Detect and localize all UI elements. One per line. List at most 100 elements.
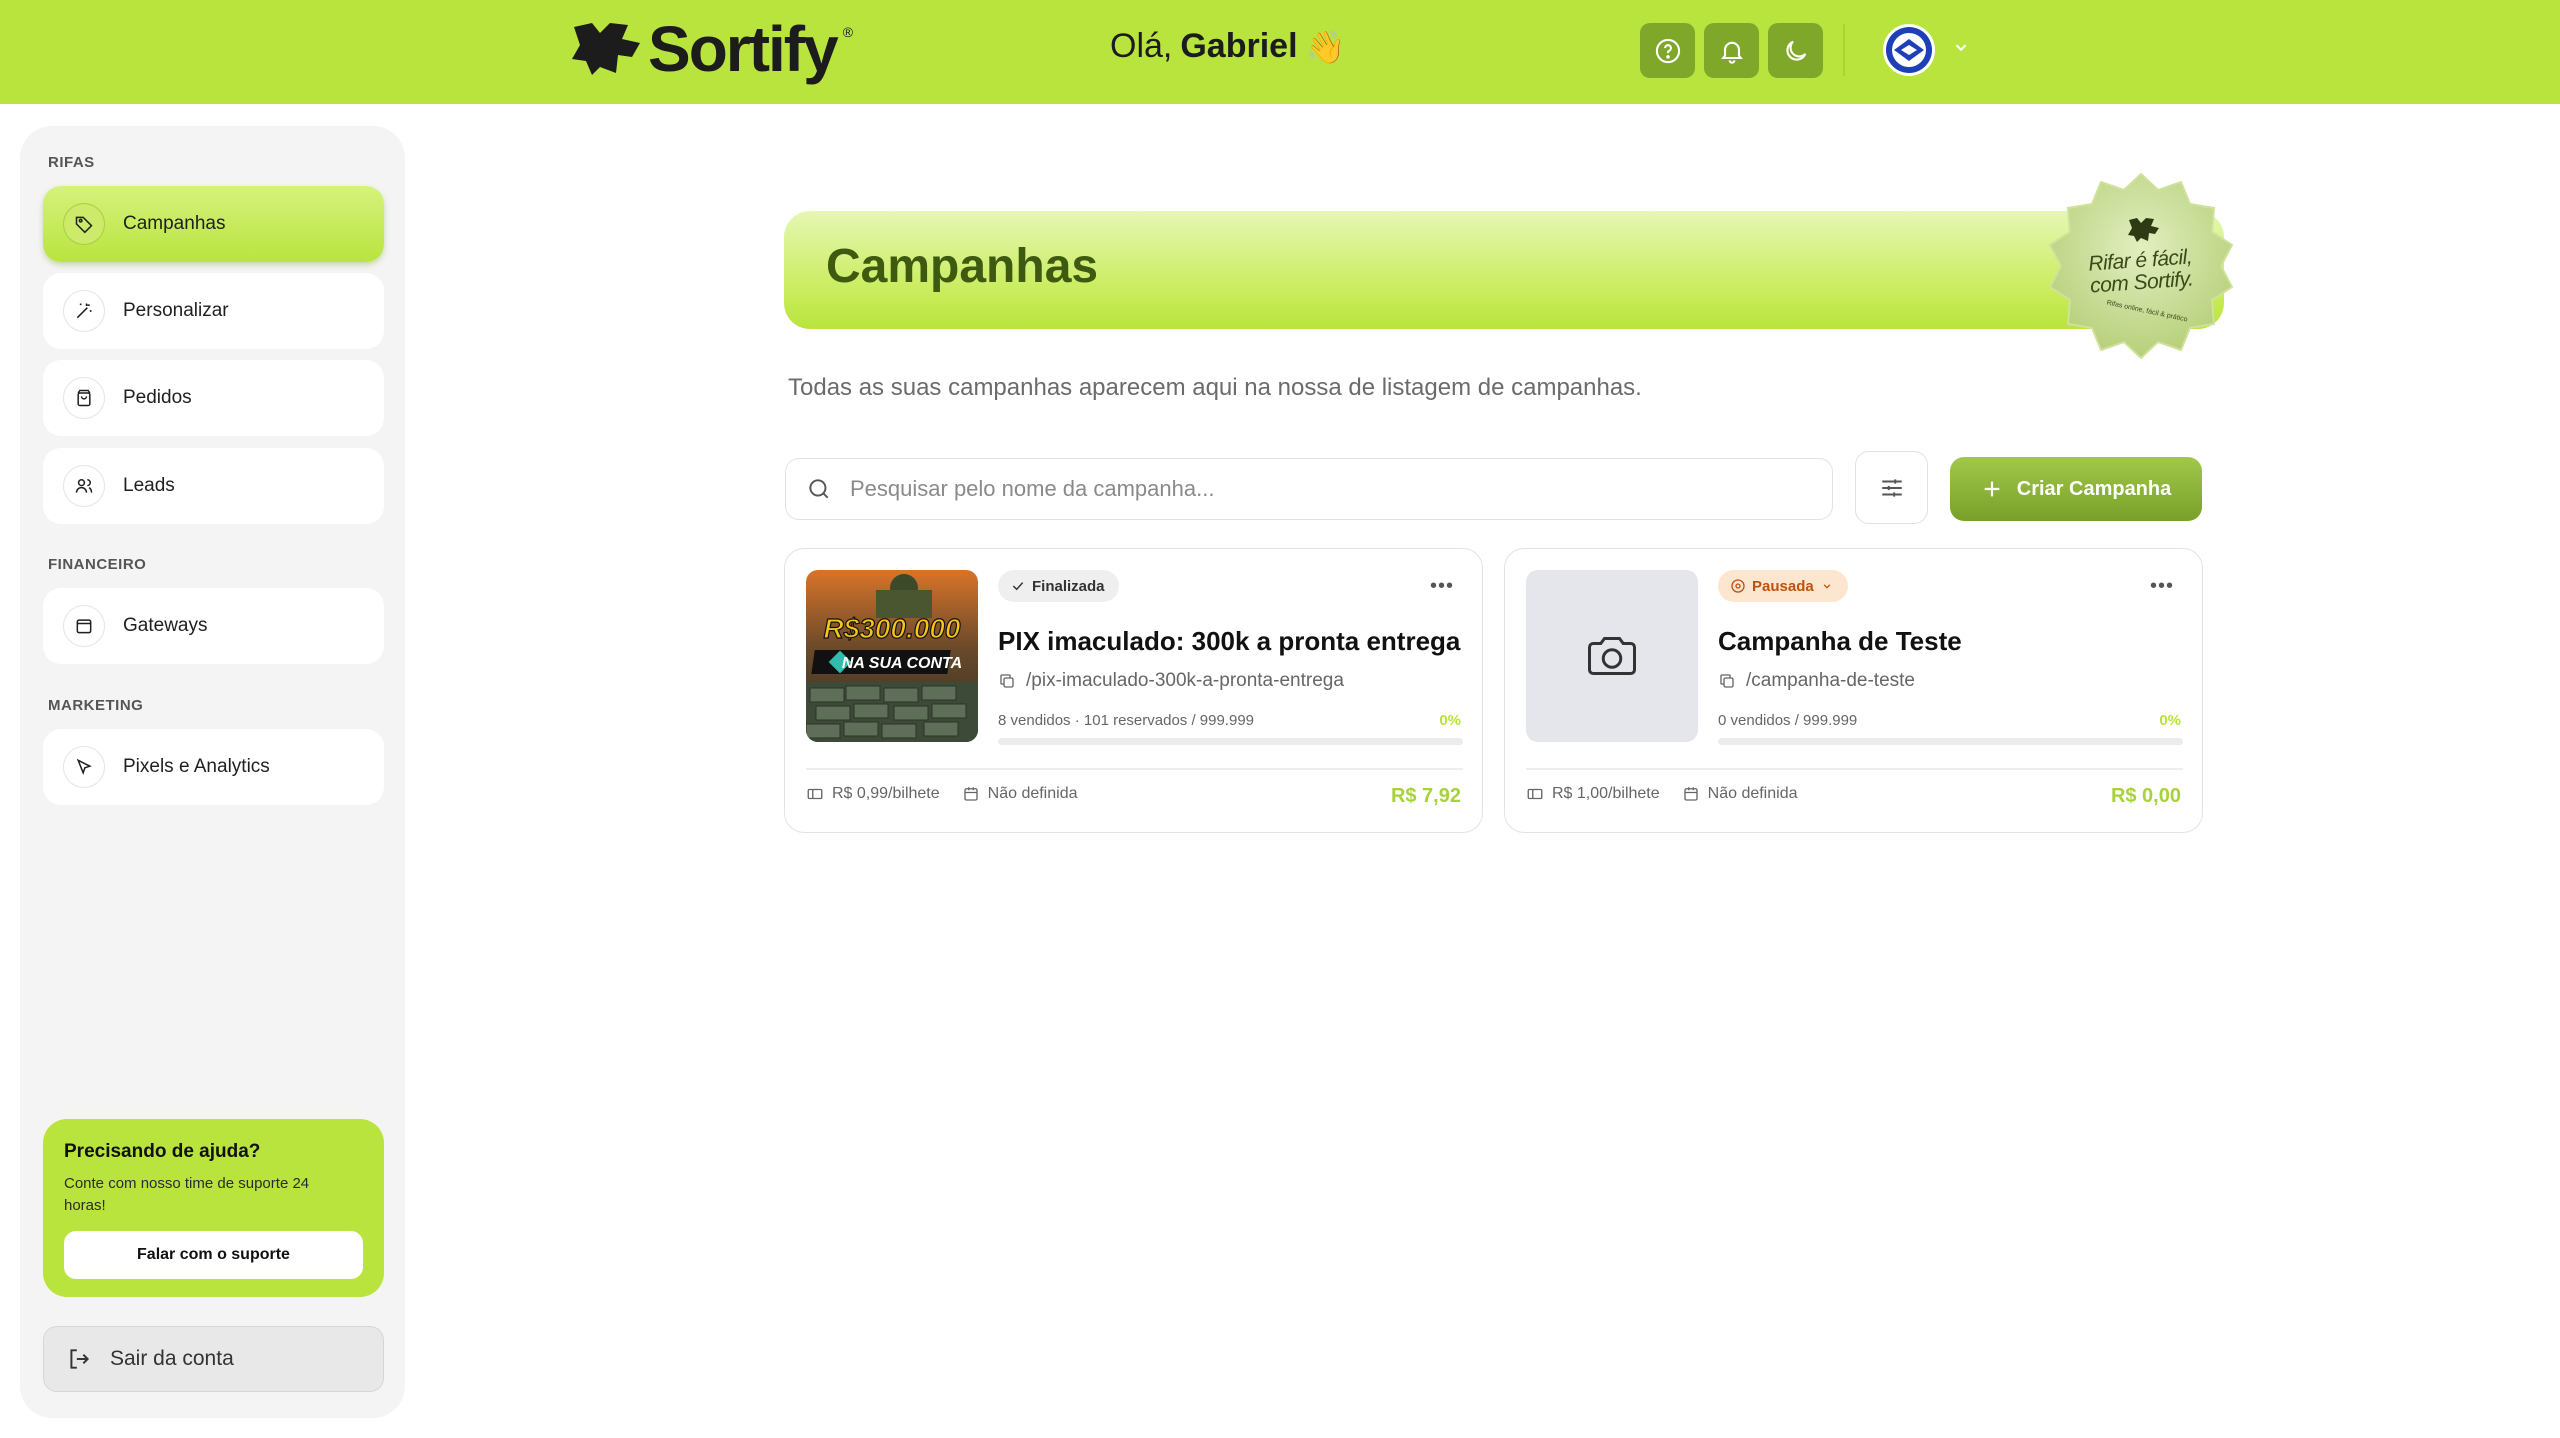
draw-date: Não definida: [1682, 785, 1798, 803]
calendar-icon: [1683, 787, 1698, 801]
sidebar-item-label: Campanhas: [123, 213, 226, 234]
bell-icon: [1720, 41, 1743, 64]
draw-date-text: Não definida: [987, 785, 1078, 802]
sidebar-item-gateways[interactable]: Gateways: [43, 588, 384, 664]
help-text: Conte com nosso time de suporte 24 horas…: [64, 1175, 310, 1214]
campaign-slug[interactable]: /pix-imaculado-300k-a-pronta-entrega: [998, 670, 1344, 692]
avatar-logo-icon: [1886, 27, 1932, 73]
draw-date-text: Não definida: [1707, 785, 1798, 802]
sidebar-item-pixels-analytics[interactable]: Pixels e Analytics: [43, 729, 384, 805]
check-icon: [1012, 582, 1024, 591]
campaign-slug[interactable]: /campanha-de-teste: [1718, 670, 1915, 692]
sidebar-item-label: Gateways: [123, 615, 208, 636]
card-footer: R$ 1,00/bilhete Não definida: [1526, 785, 1819, 803]
ticket-price-text: R$ 1,00/bilhete: [1552, 785, 1660, 802]
question-circle-icon: [1655, 38, 1680, 63]
more-options-button[interactable]: •••: [1430, 576, 1454, 596]
contact-support-button[interactable]: Falar com o suporte: [64, 1231, 363, 1279]
greeting-prefix: Olá,: [1110, 27, 1173, 65]
sidebar-item-leads[interactable]: Leads: [43, 448, 384, 524]
help-title: Precisando de ajuda?: [64, 1141, 261, 1162]
avatar[interactable]: [1883, 24, 1935, 76]
sidebar-item-personalizar[interactable]: Personalizar: [43, 273, 384, 349]
brand-logo[interactable]: Sortify ®: [570, 14, 853, 84]
tag-icon: [63, 203, 105, 245]
campaign-total: R$ 0,00: [2110, 785, 2181, 807]
search-icon: [809, 479, 829, 499]
calendar-icon: [963, 787, 978, 801]
campaign-thumbnail: R$300.000 NA SUA CONTA: [806, 570, 978, 742]
filter-button[interactable]: [1855, 451, 1928, 524]
logout-label: Sair da conta: [110, 1347, 234, 1370]
sidebar-item-label: Personalizar: [123, 300, 229, 321]
card-divider: [806, 768, 1463, 770]
magic-wand-icon: [63, 290, 105, 332]
card-divider: [1526, 768, 2183, 770]
section-label-marketing: MARKETING: [48, 697, 144, 714]
notifications-button[interactable]: [1704, 23, 1759, 78]
progress-bar: [1718, 738, 2183, 745]
ticket-price: R$ 0,99/bilhete: [806, 785, 940, 803]
camera-icon: [1588, 637, 1636, 675]
campaign-stats: 8 vendidos · 101 reservados / 999.999: [998, 712, 1255, 729]
cursor-icon: [63, 746, 105, 788]
status-badge: Finalizada: [998, 570, 1119, 602]
status-label: Pausada: [1752, 577, 1814, 595]
progress-bar: [998, 738, 1463, 745]
search-bar: [785, 458, 1833, 520]
ticket-price: R$ 1,00/bilhete: [1526, 785, 1660, 803]
campaign-total: R$ 7,92: [1390, 785, 1461, 807]
section-label-financeiro: FINANCEIRO: [48, 556, 147, 573]
campaign-image: R$300.000 NA SUA CONTA: [806, 570, 978, 742]
draw-date: Não definida: [962, 785, 1078, 803]
users-icon: [63, 465, 105, 507]
thumb-amount-text: R$300.000: [823, 613, 960, 644]
page-title: Campanhas: [826, 240, 1099, 293]
sidebar-item-label: Leads: [123, 475, 175, 496]
plus-icon: [1984, 481, 2000, 497]
sliders-icon: [1881, 478, 1902, 497]
campaign-title: Campanha de Teste: [1718, 626, 1962, 656]
sidebar-item-campanhas[interactable]: Campanhas: [43, 186, 384, 262]
sidebar-item-pedidos[interactable]: Pedidos: [43, 360, 384, 436]
status-badge[interactable]: Pausada: [1718, 570, 1848, 602]
search-input[interactable]: [850, 476, 1750, 502]
ticket-icon: [1527, 788, 1543, 800]
sidebar: RIFAS Campanhas Personalizar Pedidos Lea…: [20, 126, 405, 1418]
status-label: Finalizada: [1032, 577, 1105, 595]
section-label-rifas: RIFAS: [48, 154, 95, 171]
campaign-card[interactable]: R$300.000 NA SUA CONTA Finalizada ••• PI…: [784, 548, 1483, 833]
chevron-down-icon[interactable]: [1950, 36, 1972, 58]
more-options-button[interactable]: •••: [2150, 576, 2174, 596]
create-campaign-button[interactable]: Criar Campanha: [1950, 457, 2202, 521]
create-campaign-label: Criar Campanha: [2016, 477, 2172, 500]
moon-icon: [1785, 40, 1806, 61]
logout-button[interactable]: Sair da conta: [43, 1326, 384, 1392]
greeting: Olá, Gabriel 👋: [1110, 27, 1345, 66]
page-header-banner: Campanhas: [784, 211, 2224, 329]
brand-registered-mark: ®: [842, 24, 854, 40]
copy-icon: [1000, 674, 1014, 688]
campaign-thumbnail: [1526, 570, 1698, 742]
campaign-percent: 0%: [2159, 712, 2181, 729]
promo-badge: Rifar é fácil, com Sortify. Rifas online…: [2045, 170, 2237, 362]
campaign-percent: 0%: [1439, 712, 1461, 729]
campaign-slug-text: /campanha-de-teste: [1746, 670, 1915, 691]
wave-emoji: 👋: [1305, 28, 1346, 65]
copy-icon: [1720, 674, 1734, 688]
campaign-slug-text: /pix-imaculado-300k-a-pronta-entrega: [1026, 670, 1344, 691]
campaign-card[interactable]: Pausada ••• Campanha de Teste /campanha-…: [1504, 548, 2203, 833]
topbar-divider: [1843, 24, 1845, 76]
thumb-subtitle-text: NA SUA CONTA: [842, 655, 962, 672]
ticket-price-text: R$ 0,99/bilhete: [832, 785, 940, 802]
wallet-icon: [63, 605, 105, 647]
help-card: Precisando de ajuda? Conte com nosso tim…: [43, 1119, 384, 1297]
user-name: Gabriel: [1180, 27, 1298, 65]
sidebar-item-label: Pixels e Analytics: [123, 756, 270, 777]
dark-mode-toggle[interactable]: [1768, 23, 1823, 78]
campaign-title: PIX imaculado: 300k a pronta entrega: [998, 626, 1461, 656]
chevron-down-icon: [1823, 584, 1831, 589]
logo-mark-icon: [570, 21, 642, 77]
top-bar: Sortify ® Olá, Gabriel 👋: [0, 0, 2560, 104]
help-button[interactable]: [1640, 23, 1695, 78]
